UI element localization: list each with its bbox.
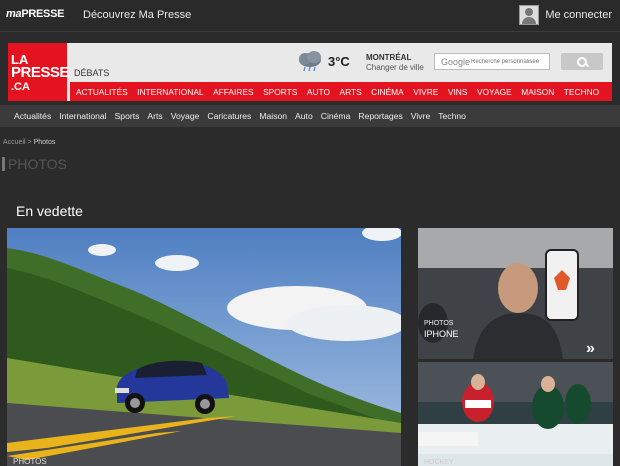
subnav-cinema[interactable]: Cinéma: [321, 111, 351, 121]
login-link[interactable]: Me connecter: [519, 5, 612, 25]
user-avatar-icon: [519, 5, 540, 25]
nav-sports[interactable]: SPORTS: [263, 87, 297, 97]
sub-nav: Actualités International Sports Arts Voy…: [0, 105, 620, 127]
car-photo-image: [7, 228, 401, 466]
section-title: En vedette: [16, 203, 83, 219]
side1-category-label: PHOTOS: [424, 320, 454, 327]
logo-ma-text: ma: [6, 8, 22, 20]
main-feature-label: PHOTOS: [13, 457, 47, 466]
subnav-arts[interactable]: Arts: [147, 111, 162, 121]
logo-ca: .CA: [11, 81, 30, 93]
discover-link[interactable]: Découvrez Ma Presse: [83, 9, 191, 21]
featured-photo-hockey[interactable]: HOCKEY: [418, 362, 613, 466]
google-label: Google: [441, 57, 471, 67]
breadcrumb-home[interactable]: Accueil: [3, 139, 26, 146]
title-accent-bar: [2, 157, 5, 171]
next-arrow-icon[interactable]: »: [586, 340, 595, 358]
nav-international[interactable]: INTERNATIONAL: [137, 87, 203, 97]
nav-arts[interactable]: ARTS: [339, 87, 361, 97]
search-input[interactable]: [471, 55, 547, 68]
subnav-vivre[interactable]: Vivre: [411, 111, 430, 121]
nav-auto[interactable]: AUTO: [307, 87, 330, 97]
nav-techno[interactable]: TECHNO: [564, 87, 599, 97]
nav-cinema[interactable]: CINÉMA: [371, 87, 404, 97]
subnav-actualites[interactable]: Actualités: [14, 111, 51, 121]
logo-presse-text: PRESSE: [21, 8, 65, 20]
iphone-photo-image: [418, 228, 613, 359]
lapresse-logo[interactable]: LA PRESSE .CA: [8, 43, 69, 101]
subnav-reportages[interactable]: Reportages: [358, 111, 402, 121]
nav-affaires[interactable]: AFFAIRES: [213, 87, 254, 97]
top-bar: maPRESSE Découvrez Ma Presse Me connecte…: [0, 0, 620, 32]
page-title: PHOTOS: [8, 156, 67, 172]
featured-photo-iphone[interactable]: PHOTOS IPHONE: [418, 228, 613, 359]
city-name: MONTRÉAL: [366, 53, 412, 62]
main-nav: ACTUALITÉS INTERNATIONAL AFFAIRES SPORTS…: [70, 82, 612, 101]
side2-category-label: HOCKEY: [424, 459, 454, 466]
subnav-sports[interactable]: Sports: [115, 111, 140, 121]
connect-label: Me connecter: [545, 9, 612, 21]
subnav-auto[interactable]: Auto: [295, 111, 313, 121]
search-field[interactable]: Google: [434, 53, 550, 70]
search-button[interactable]: [561, 53, 603, 70]
nav-maison[interactable]: MAISON: [521, 87, 554, 97]
breadcrumb-current: Photos: [33, 139, 56, 146]
breadcrumb: Accueil > Photos: [3, 139, 55, 146]
subnav-voyage[interactable]: Voyage: [171, 111, 200, 121]
nav-vins[interactable]: VINS: [448, 87, 468, 97]
logo-presse: PRESSE: [11, 64, 69, 81]
change-city-link[interactable]: Changer de ville: [366, 63, 424, 72]
subnav-international[interactable]: International: [59, 111, 106, 121]
featured-photo-car[interactable]: PHOTOS: [7, 228, 401, 466]
subnav-caricatures[interactable]: Caricatures: [207, 111, 251, 121]
debats-link[interactable]: DÉBATS: [74, 68, 109, 78]
side1-title: IPHONE: [424, 329, 459, 339]
nav-actualites[interactable]: ACTUALITÉS: [76, 87, 128, 97]
subnav-maison[interactable]: Maison: [259, 111, 287, 121]
mapresse-logo[interactable]: maPRESSE: [6, 8, 64, 20]
breadcrumb-separator: >: [25, 139, 34, 146]
hockey-photo-image: [418, 362, 613, 466]
cloud-rain-icon: [299, 51, 321, 72]
subnav-techno[interactable]: Techno: [438, 111, 466, 121]
temperature: 3°C: [328, 54, 350, 69]
nav-voyage[interactable]: VOYAGE: [477, 87, 512, 97]
nav-vivre[interactable]: VIVRE: [413, 87, 438, 97]
